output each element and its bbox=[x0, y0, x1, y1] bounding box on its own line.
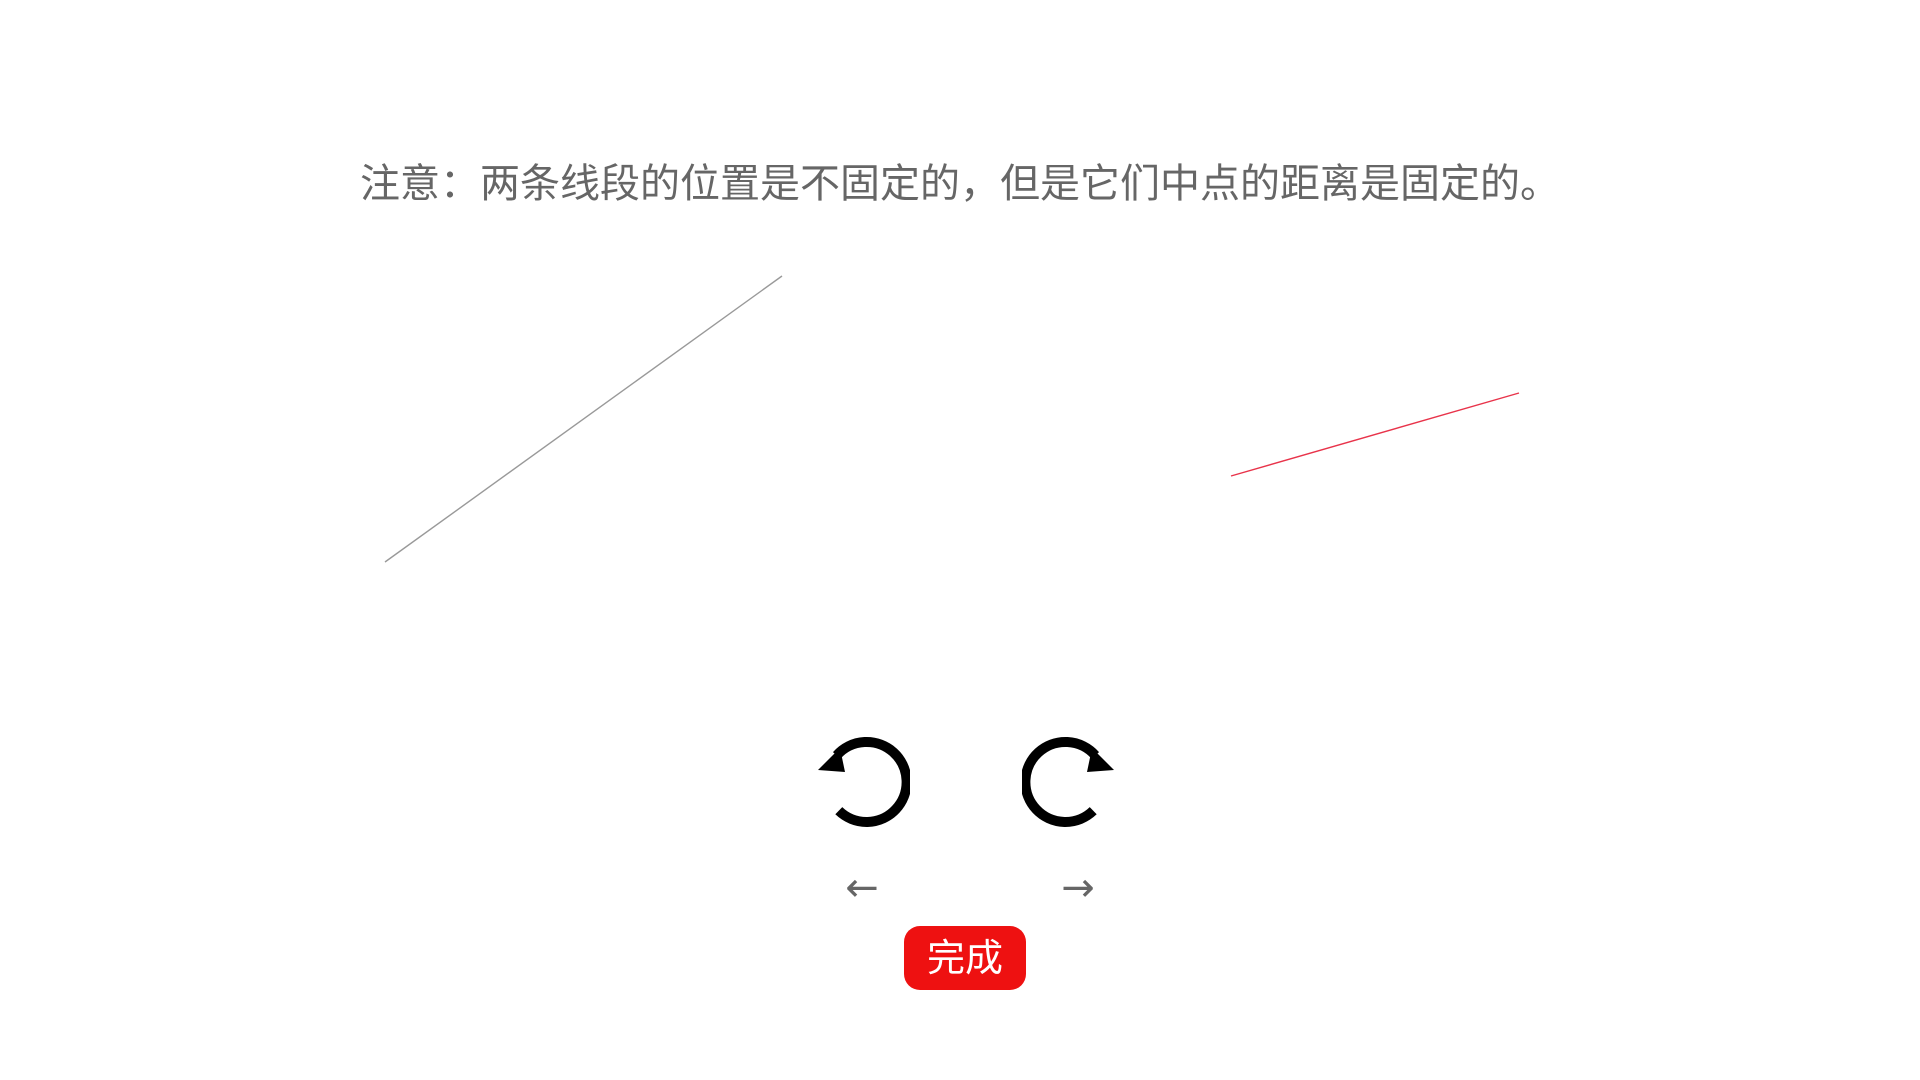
rotate-left-button[interactable] bbox=[810, 730, 910, 830]
adjustable-line[interactable] bbox=[1230, 392, 1520, 477]
move-left-button[interactable]: ← bbox=[832, 864, 892, 912]
instruction-text: 注意：两条线段的位置是不固定的，但是它们中点的距离是固定的。 bbox=[360, 161, 1560, 207]
rotate-counterclockwise-icon bbox=[818, 737, 910, 827]
reference-line bbox=[384, 275, 783, 563]
done-button[interactable]: 完成 bbox=[904, 926, 1026, 990]
move-right-button[interactable]: → bbox=[1048, 864, 1108, 912]
rotate-right-button[interactable] bbox=[1022, 730, 1122, 830]
rotate-clockwise-icon bbox=[1022, 737, 1114, 827]
